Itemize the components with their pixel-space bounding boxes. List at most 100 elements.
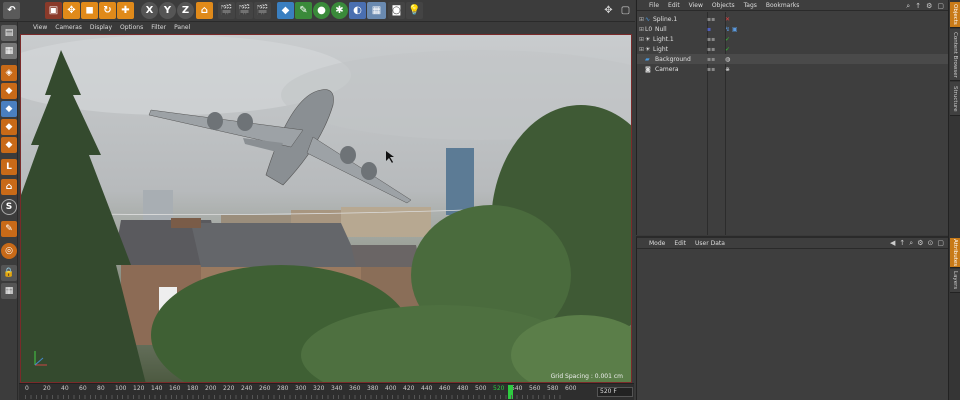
move-tool-icon[interactable]: ✥ [63, 2, 80, 19]
object-row-camera[interactable]: ◙ Camera ▪▪ ⋇ [637, 64, 949, 74]
y-axis-button[interactable]: Y [159, 2, 176, 19]
om-menu-tags[interactable]: Tags [744, 2, 757, 9]
timeline-ruler: 0 20 40 60 80 100 120 140 160 180 200 220 240 260 280 3… [25, 385, 576, 394]
make-editable-icon[interactable]: ▤ [1, 25, 17, 41]
visibility-dots-icon[interactable]: ▪▪ [707, 66, 725, 73]
search-icon[interactable]: ⌕ [906, 2, 910, 11]
grid-lock-icon[interactable]: ▦ [1, 283, 17, 299]
end-frame-field[interactable]: 520 F [597, 387, 633, 397]
viewport-menu-panel[interactable]: Panel [174, 24, 190, 31]
viewport-menu-filter[interactable]: Filter [151, 24, 166, 31]
scale-tool-icon[interactable]: ◼ [81, 2, 98, 19]
lock-workplane-icon[interactable]: ✎ [1, 221, 17, 237]
enabled-check-icon[interactable]: ✓ [725, 46, 730, 53]
expand-icon[interactable]: ▢ [937, 239, 944, 248]
navigate-up-icon[interactable]: ↑ [915, 2, 921, 11]
tab-objects[interactable]: Objects [950, 2, 960, 28]
object-row-light-1[interactable]: ⊞ ☀ Light.1 ▪▪ ✓ [637, 34, 949, 44]
material-tag-icon[interactable]: ◍ [725, 56, 730, 63]
distant-building [143, 190, 173, 220]
grid-spacing-label: Grid Spacing : 0.001 cm [550, 373, 623, 380]
object-row-light[interactable]: ⊞ ☀ Light ▪▪ ✓ [637, 44, 949, 54]
new-view-icon[interactable]: ⊙ [928, 239, 934, 248]
expand-icon[interactable]: ▢ [937, 2, 944, 11]
render-picture-viewer-icon[interactable]: 🎬 [236, 2, 253, 19]
om-menu-bookmarks[interactable]: Bookmarks [766, 2, 800, 9]
viewport-menu-cameras[interactable]: Cameras [55, 24, 82, 31]
disabled-x-icon[interactable]: ✕ [725, 16, 730, 23]
viewport-menu-view[interactable]: View [33, 24, 47, 31]
am-menu-user-data[interactable]: User Data [695, 240, 725, 247]
render-settings-icon[interactable]: 🎬 [254, 2, 271, 19]
lock-icon[interactable]: 🔒 [1, 265, 17, 281]
points-mode-icon[interactable]: ◈ [1, 65, 17, 81]
visibility-dots-icon[interactable]: ▪▪ [707, 16, 725, 23]
timeline-tick-label: 360 [349, 385, 361, 392]
planar-workplane-icon[interactable]: ◎ [1, 243, 17, 259]
undo-icon[interactable]: ↶ [3, 2, 20, 19]
search-icon[interactable]: ⌕ [909, 239, 913, 248]
attribute-manager: Mode Edit User Data ◀ ↑ ⌕ ⚙ ⊙ ▢ [636, 236, 948, 400]
axis-mode-icon[interactable]: L [1, 159, 17, 175]
render-view-icon[interactable]: 🎬 [218, 2, 235, 19]
timeline-tick-label: 60 [79, 385, 87, 392]
object-row-spline-1[interactable]: ⊞ ∿ Spline.1 ▪▪ ✕ [637, 14, 949, 24]
visibility-dots-icon[interactable]: ▪▪ [707, 46, 725, 53]
z-axis-button[interactable]: Z [177, 2, 194, 19]
tab-attributes[interactable]: Attributes [950, 238, 960, 268]
om-menu-objects[interactable]: Objects [712, 2, 735, 9]
deformer-icon[interactable]: ◐ [349, 2, 366, 19]
om-header-icons: ⌕ ↑ ⚙ ▢ [906, 2, 944, 11]
layer-color-icon[interactable]: ▪ [707, 26, 725, 33]
tag-icons[interactable]: ↯ ▣ [725, 26, 738, 33]
tab-structure[interactable]: Structure [950, 82, 960, 116]
am-menu-edit[interactable]: Edit [674, 240, 686, 247]
checker-icon[interactable]: ▦ [1, 43, 17, 59]
perspective-viewport[interactable]: Grid Spacing : 0.001 cm [20, 34, 632, 383]
om-menu-view[interactable]: View [689, 2, 703, 9]
enabled-check-icon[interactable]: ✓ [725, 36, 730, 43]
light-icon[interactable]: 💡 [406, 2, 423, 19]
om-menu-edit[interactable]: Edit [668, 2, 680, 9]
add-tool-icon[interactable]: ✚ [117, 2, 134, 19]
timeline-tick-label: 160 [169, 385, 181, 392]
visibility-dots-icon[interactable]: ▪▪ [707, 56, 725, 63]
light-icon: ☀ [645, 35, 651, 43]
cube-icon[interactable]: ◆ [277, 2, 294, 19]
pen-spline-icon[interactable]: ✎ [295, 2, 312, 19]
navigate-up-icon[interactable]: ↑ [899, 239, 905, 248]
object-row-background[interactable]: ▰ Background ▪▪ ◍ [637, 54, 949, 64]
texture-mode-icon[interactable]: ◆ [1, 137, 17, 153]
back-arrow-icon[interactable]: ◀ [890, 239, 895, 248]
model-mode-icon[interactable]: ◆ [1, 101, 17, 117]
timeline-tick-label: 560 [529, 385, 541, 392]
settings-icon[interactable]: ⚙ [926, 2, 932, 11]
maximize-icon[interactable]: ▢ [617, 2, 634, 19]
object-row-null[interactable]: ⊞ L0 Null ▪ ↯ ▣ [637, 24, 949, 34]
camera-tag-icon[interactable]: ⋇ [725, 66, 730, 73]
lock-icon[interactable]: ⚙ [917, 239, 923, 248]
z-axis-label: Z [181, 5, 190, 16]
camera-icon[interactable]: ◙ [388, 2, 405, 19]
viewport-menu-options[interactable]: Options [120, 24, 143, 31]
select-tool-icon[interactable]: ▣ [45, 2, 62, 19]
polygons-mode-icon[interactable]: ◆ [1, 119, 17, 135]
snap-icon[interactable]: S [1, 199, 17, 215]
edges-mode-icon[interactable]: ◆ [1, 83, 17, 99]
viewport-layout-icon[interactable]: ✥ [600, 2, 617, 19]
timeline-tick-label: 420 [403, 385, 415, 392]
am-menu-mode[interactable]: Mode [649, 240, 665, 247]
tweak-mode-icon[interactable]: ⌂ [1, 179, 17, 195]
array-icon[interactable]: ✱ [331, 2, 348, 19]
rotate-tool-icon[interactable]: ↻ [99, 2, 116, 19]
om-menu-file[interactable]: File [649, 2, 659, 9]
x-axis-button[interactable]: X [141, 2, 158, 19]
subdivision-icon[interactable]: ● [313, 2, 330, 19]
floor-icon[interactable]: ▦ [367, 2, 386, 19]
tab-content-browser[interactable]: Content Browser [950, 29, 960, 81]
visibility-dots-icon[interactable]: ▪▪ [707, 36, 725, 43]
coordinate-system-icon[interactable]: ⌂ [196, 2, 213, 19]
viewport-menu-display[interactable]: Display [90, 24, 112, 31]
tab-layers[interactable]: Layers [950, 269, 960, 293]
timeline[interactable]: 0 20 40 60 80 100 120 140 160 180 200 220 240 260 280 3… [19, 383, 634, 400]
